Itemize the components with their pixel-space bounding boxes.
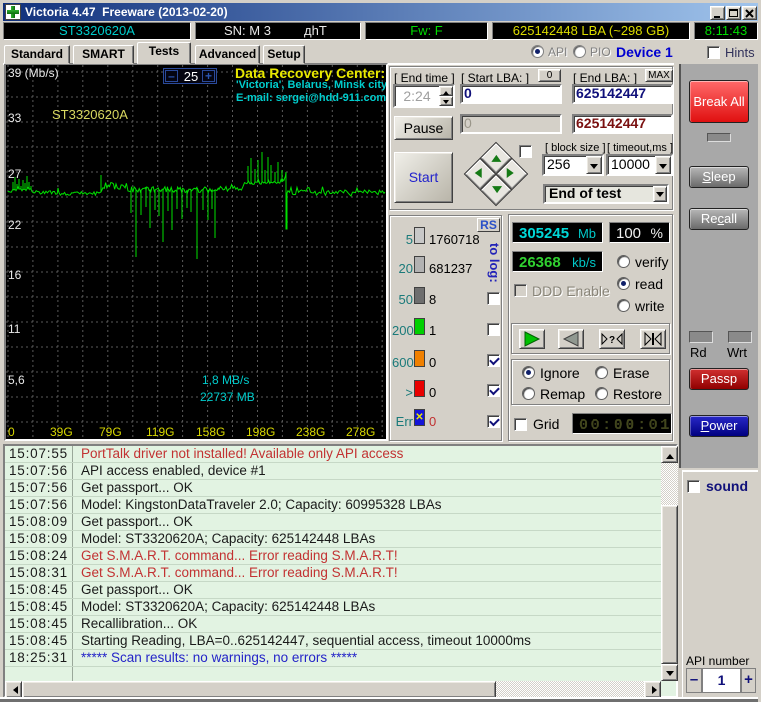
- svg-text:?: ?: [609, 335, 615, 346]
